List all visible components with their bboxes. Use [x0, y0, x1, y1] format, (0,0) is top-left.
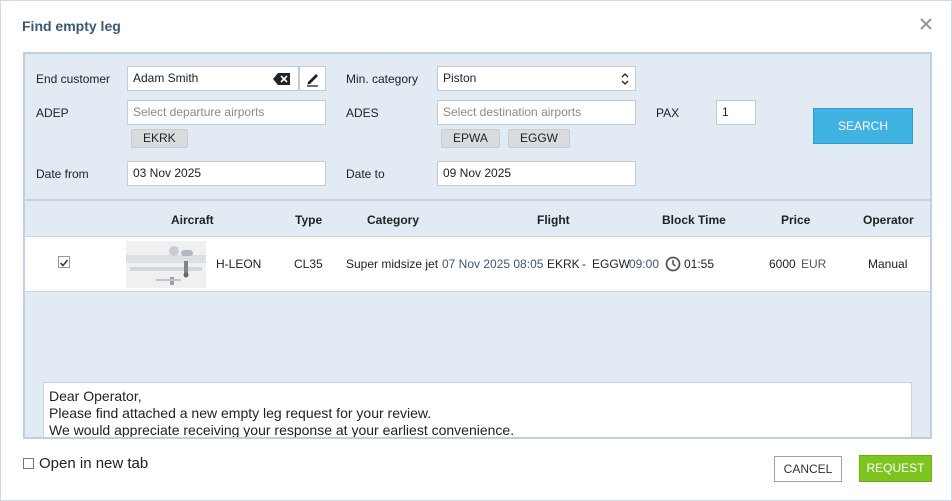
message-textarea[interactable]: Dear Operator, Please find attached a ne…	[43, 382, 912, 438]
end-customer-label: End customer	[36, 72, 111, 86]
header-type: Type	[295, 213, 323, 227]
aircraft-registration: H-LEON	[216, 257, 262, 271]
date-to-label: Date to	[346, 167, 385, 181]
table-header: Aircraft Type Category Flight Block Time…	[25, 199, 930, 237]
adep-placeholder: Select departure airports	[133, 105, 265, 119]
pax-input[interactable]: 1	[716, 100, 756, 125]
date-to-value: 09 Nov 2025	[443, 166, 512, 180]
aircraft-category: Super midsize jet	[346, 257, 439, 271]
header-operator: Operator	[863, 213, 914, 227]
close-icon-glyph	[920, 18, 932, 30]
arrival-time: 09:00	[629, 257, 660, 271]
price-value: 6000	[769, 257, 796, 271]
dialog-title: Find empty leg	[22, 18, 121, 34]
min-category-value: Piston	[443, 71, 477, 85]
aircraft-photo-icon	[126, 241, 206, 288]
date-to-input[interactable]: 09 Nov 2025	[437, 161, 636, 186]
date-from-label: Date from	[36, 167, 89, 181]
search-panel: End customer Adam Smith Min. category Pi…	[23, 52, 932, 439]
message-line-2: Please find attached a new empty leg req…	[49, 405, 432, 421]
ades-input[interactable]: Select destination airports	[437, 100, 636, 125]
ades-label: ADES	[346, 106, 379, 120]
select-arrows-icon	[621, 73, 629, 85]
ades-placeholder: Select destination airports	[443, 105, 582, 119]
clock-icon	[665, 256, 681, 272]
check-icon	[59, 259, 69, 267]
message-line-1: Dear Operator,	[49, 388, 142, 404]
cancel-button[interactable]: CANCEL	[774, 456, 842, 482]
ades-chip-epwa[interactable]: EPWA	[441, 129, 500, 148]
aircraft-type: CL35	[294, 257, 323, 271]
block-time-value: 01:55	[684, 257, 715, 271]
departure-airport: EKRK	[547, 257, 580, 271]
pencil-icon	[307, 74, 318, 87]
departure-datetime: 07 Nov 2025 08:05	[442, 257, 544, 271]
open-in-new-tab-label: Open in new tab	[39, 454, 149, 472]
min-category-select[interactable]: Piston	[437, 66, 636, 91]
arrival-airport: EGGW	[592, 257, 630, 271]
end-customer-value: Adam Smith	[133, 71, 199, 85]
request-button[interactable]: REQUEST	[859, 455, 932, 482]
open-in-new-tab-toggle[interactable]: Open in new tab	[23, 454, 148, 472]
date-from-value: 03 Nov 2025	[133, 166, 202, 180]
adep-chip-ekrk[interactable]: EKRK	[131, 129, 188, 148]
row-checkbox[interactable]	[58, 256, 70, 268]
pax-value: 1	[722, 105, 729, 119]
header-flight: Flight	[537, 213, 570, 227]
close-icon[interactable]	[915, 13, 937, 35]
header-category: Category	[367, 213, 420, 227]
price-currency: EUR	[801, 257, 827, 271]
header-block-time: Block Time	[662, 213, 726, 227]
search-button[interactable]: SEARCH	[813, 108, 913, 144]
header-price: Price	[781, 213, 811, 227]
edit-customer-button[interactable]	[299, 66, 326, 91]
min-category-label: Min. category	[346, 72, 419, 86]
adep-input[interactable]: Select departure airports	[127, 100, 326, 125]
table-row[interactable]: H-LEON CL35 Super midsize jet 07 Nov 202…	[25, 237, 930, 292]
pax-label: PAX	[656, 106, 680, 120]
adep-label: ADEP	[36, 106, 69, 120]
header-aircraft: Aircraft	[171, 213, 214, 227]
results-table: Aircraft Type Category Flight Block Time…	[25, 199, 930, 292]
aircraft-thumbnail	[126, 241, 206, 288]
ades-chip-eggw[interactable]: EGGW	[508, 129, 570, 148]
message-line-3: We would appreciate receiving your respo…	[49, 422, 515, 438]
route-separator: -	[582, 257, 586, 271]
date-from-input[interactable]: 03 Nov 2025	[127, 161, 326, 186]
clear-icon[interactable]	[273, 72, 291, 86]
find-empty-leg-dialog: Find empty leg End customer Adam Smith M…	[0, 0, 952, 501]
open-in-new-tab-checkbox[interactable]	[23, 457, 34, 469]
operator-value: Manual	[868, 257, 908, 271]
